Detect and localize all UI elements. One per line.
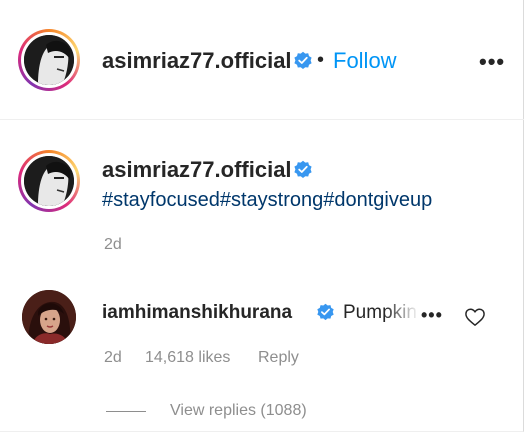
verified-badge-icon — [294, 160, 312, 178]
caption-timestamp[interactable]: 2d — [104, 236, 122, 254]
comment-likes-count[interactable]: 14,618 likes — [145, 349, 230, 367]
reply-button[interactable]: Reply — [258, 349, 299, 367]
comment-timestamp[interactable]: 2d — [104, 349, 122, 367]
verified-badge-icon — [294, 51, 312, 69]
commenter-username[interactable]: iamhimanshikhurana — [102, 302, 292, 324]
view-replies-button[interactable]: View replies (1088) — [170, 402, 307, 420]
comment-more-icon[interactable]: ••• — [421, 305, 443, 326]
post-author-username[interactable]: asimriaz77.official — [102, 48, 292, 74]
separator-dot: • — [317, 49, 325, 71]
story-ring[interactable] — [18, 29, 80, 91]
more-options-icon[interactable]: ••• — [479, 49, 505, 75]
caption-avatar — [24, 156, 74, 206]
replies-divider-line — [106, 411, 146, 412]
avatar — [24, 35, 74, 85]
verified-badge-icon — [317, 303, 334, 321]
heart-icon[interactable] — [464, 307, 486, 327]
commenter-avatar[interactable] — [22, 290, 76, 344]
caption-author-username[interactable]: asimriaz77.official — [102, 157, 292, 183]
comment-text: Pumpkin — [343, 302, 417, 323]
caption-story-ring[interactable] — [18, 150, 80, 212]
follow-button[interactable]: Follow — [333, 48, 397, 74]
post-header: asimriaz77.official • Follow ••• — [0, 0, 524, 120]
caption-hashtags[interactable]: #stayfocused#staystrong#dontgiveup — [102, 189, 432, 212]
